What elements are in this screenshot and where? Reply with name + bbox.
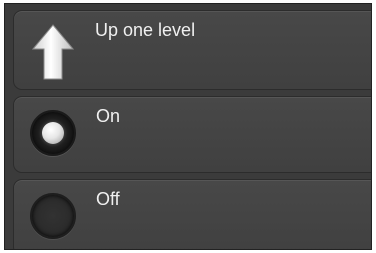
radio-unselected-icon bbox=[30, 193, 76, 239]
radio-dot bbox=[42, 122, 64, 144]
up-arrow-icon bbox=[32, 24, 74, 80]
up-one-level-label: Up one level bbox=[95, 20, 196, 40]
menu-panel: Up one level On Off bbox=[4, 3, 372, 250]
up-one-level-button[interactable]: Up one level bbox=[13, 10, 371, 90]
on-label: On bbox=[96, 106, 121, 126]
off-label: Off bbox=[96, 189, 120, 209]
radio-selected-icon bbox=[30, 110, 76, 156]
on-option[interactable]: On bbox=[13, 96, 371, 173]
off-option[interactable]: Off bbox=[13, 179, 371, 249]
